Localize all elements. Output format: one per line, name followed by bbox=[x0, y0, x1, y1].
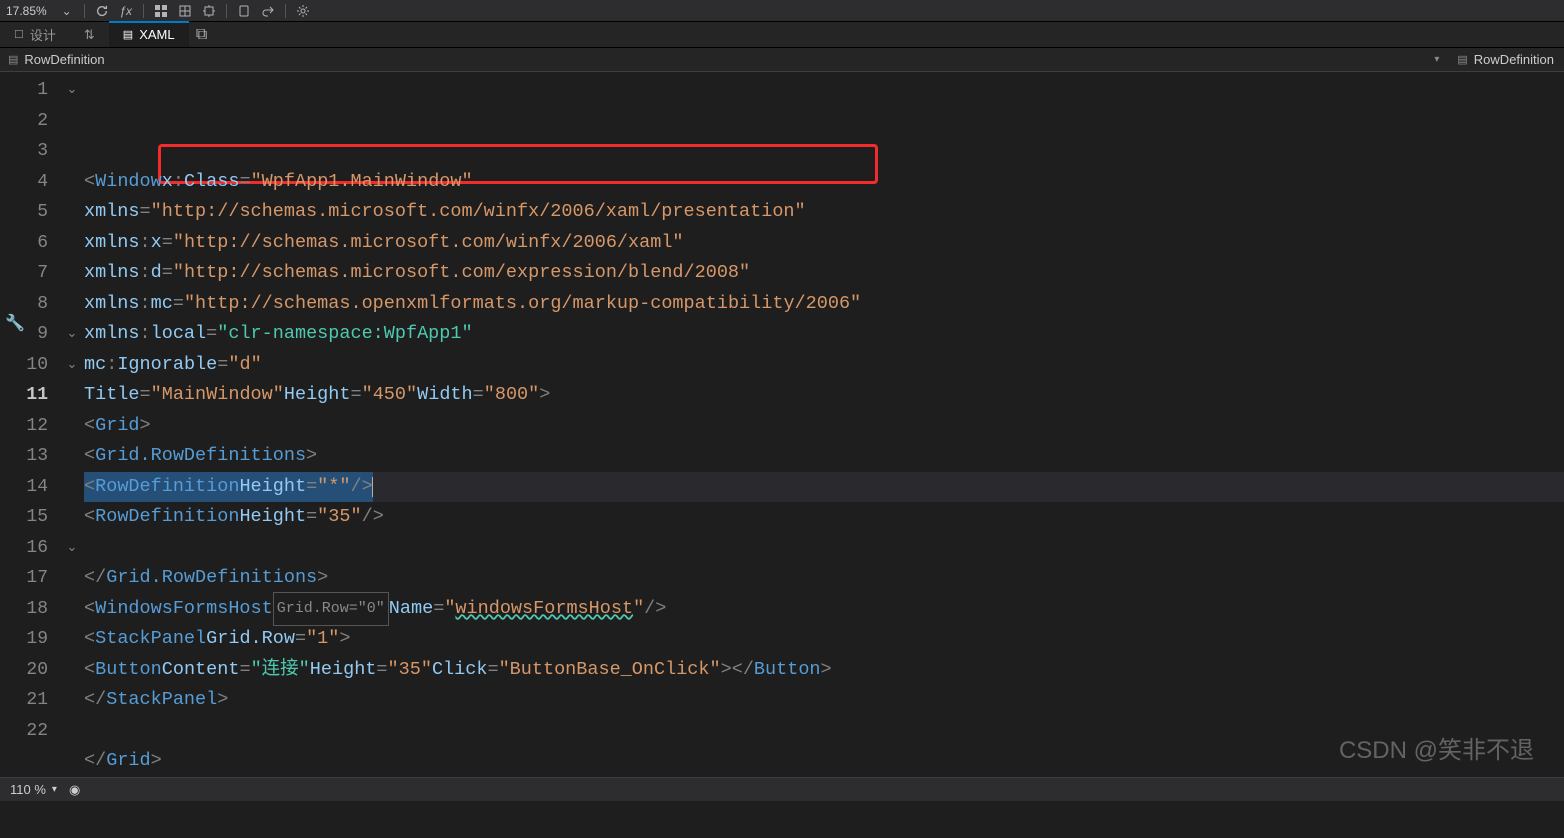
tab-xaml[interactable]: ▤XAML bbox=[109, 21, 189, 47]
chevron-down-icon[interactable]: ▾ bbox=[52, 784, 57, 795]
line-numbers: 12345678910111213141516171819202122 bbox=[0, 72, 60, 772]
chevron-down-icon[interactable]: ⌄ bbox=[58, 2, 76, 20]
tab-design[interactable]: ☐设计 bbox=[0, 22, 70, 48]
watermark: CSDN @笑非不退 bbox=[1339, 730, 1534, 765]
editor-zoom[interactable]: 110 % bbox=[10, 782, 46, 797]
code-icon: ▤ bbox=[8, 53, 18, 66]
design-icon: ☐ bbox=[14, 28, 24, 41]
status-bar: 110 % ▾ ◉ bbox=[0, 777, 1564, 801]
fold-column[interactable] bbox=[60, 72, 84, 772]
device-icon[interactable] bbox=[235, 2, 253, 20]
code-content[interactable]: <Window x:Class="WpfApp1.MainWindow" xml… bbox=[84, 72, 1564, 772]
xaml-icon: ▤ bbox=[123, 28, 133, 41]
breadcrumb-bar: ▤ RowDefinition ▾ ▤ RowDefinition bbox=[0, 48, 1564, 72]
snaplines-icon[interactable] bbox=[200, 2, 218, 20]
breadcrumb-left[interactable]: ▤ RowDefinition ▾ bbox=[0, 52, 1447, 67]
info-icon[interactable]: ◉ bbox=[69, 782, 80, 798]
popout-icon[interactable]: ⧉ bbox=[193, 26, 211, 44]
code-icon: ▤ bbox=[1457, 53, 1467, 66]
chevron-down-icon[interactable]: ▾ bbox=[1434, 54, 1447, 65]
designer-toolbar: 17.85% ⌄ ƒx bbox=[0, 0, 1564, 22]
snap-icon[interactable] bbox=[176, 2, 194, 20]
rotate-icon[interactable] bbox=[259, 2, 277, 20]
fx-icon[interactable]: ƒx bbox=[117, 2, 135, 20]
tab-swap[interactable]: ⇅ bbox=[70, 22, 109, 48]
code-editor[interactable]: 12345678910111213141516171819202122 <Win… bbox=[0, 72, 1564, 772]
refresh-icon[interactable] bbox=[93, 2, 111, 20]
lightbulb-icon[interactable]: 🔧 bbox=[5, 313, 25, 333]
zoom-level[interactable]: 17.85% bbox=[6, 4, 47, 18]
grid-icon[interactable] bbox=[152, 2, 170, 20]
breadcrumb-right[interactable]: ▤ RowDefinition bbox=[1447, 52, 1564, 67]
settings-icon[interactable] bbox=[294, 2, 312, 20]
view-tabs: ☐设计 ⇅ ▤XAML ⧉ bbox=[0, 22, 1564, 48]
